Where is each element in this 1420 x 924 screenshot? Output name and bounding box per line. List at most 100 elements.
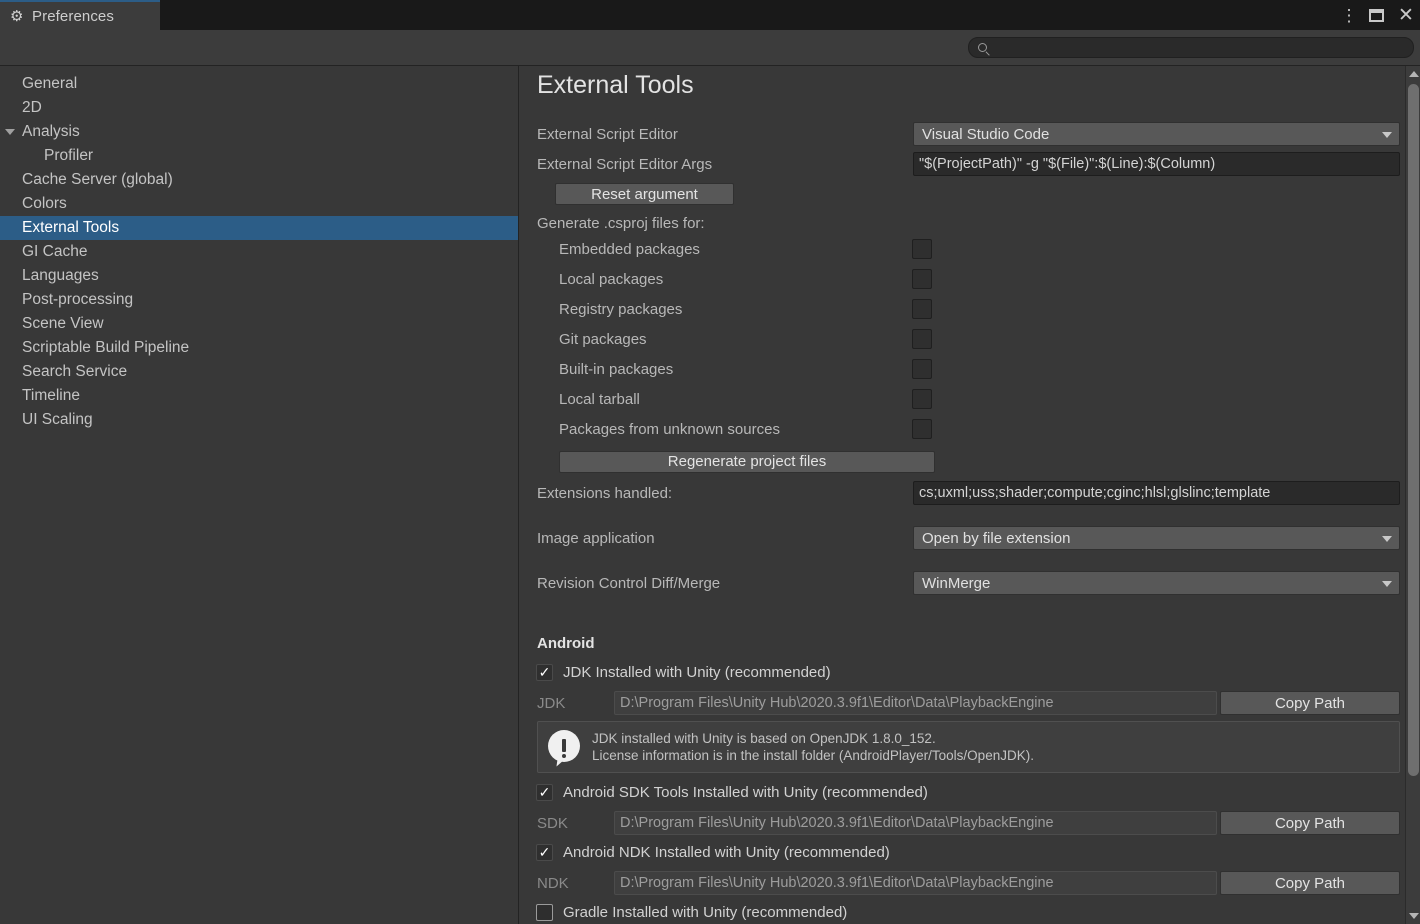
field-image-application: Image application Open by file extension [520, 526, 1400, 550]
jdk-path-input[interactable]: D:\Program Files\Unity Hub\2020.3.9f1\Ed… [614, 691, 1217, 715]
csproj-option-label: Local tarball [559, 390, 640, 408]
close-icon[interactable]: ✕ [1398, 6, 1414, 25]
csproj-option-row[interactable]: Registry packages [520, 298, 1400, 320]
sidebar-item-search-service[interactable]: Search Service [0, 360, 518, 384]
external-script-editor-dropdown[interactable]: Visual Studio Code [913, 122, 1400, 146]
search-box[interactable] [968, 37, 1414, 58]
diff-merge-value: WinMerge [922, 574, 991, 592]
extensions-handled-input[interactable]: cs;uxml;uss;shader;compute;cginc;hlsl;gl… [913, 481, 1400, 505]
field-jdk-path: JDK D:\Program Files\Unity Hub\2020.3.9f… [520, 691, 1400, 715]
toggle-sdk-installed[interactable]: ✓ Android SDK Tools Installed with Unity… [520, 781, 1400, 803]
field-extensions-handled: Extensions handled: cs;uxml;uss;shader;c… [520, 481, 1400, 505]
sidebar-item-scene-view[interactable]: Scene View [0, 312, 518, 336]
csproj-heading: Generate .csproj files for: [537, 214, 705, 232]
external-script-editor-args-input[interactable]: "$(ProjectPath)" -g "$(File)":$(Line):$(… [913, 152, 1400, 176]
sidebar-item-post-processing[interactable]: Post-processing [0, 288, 518, 312]
csproj-option-checkbox[interactable] [912, 299, 932, 319]
csproj-option-checkbox[interactable] [912, 329, 932, 349]
ndk-path-input[interactable]: D:\Program Files\Unity Hub\2020.3.9f1\Ed… [614, 871, 1217, 895]
sidebar-item-languages[interactable]: Languages [0, 264, 518, 288]
jdk-copy-path-button[interactable]: Copy Path [1220, 691, 1400, 715]
reset-argument-button[interactable]: Reset argument [555, 183, 734, 205]
ndk-copy-path-button[interactable]: Copy Path [1220, 871, 1400, 895]
sidebar-item-profiler[interactable]: Profiler [0, 144, 518, 168]
csproj-option-row[interactable]: Embedded packages [520, 238, 1400, 260]
sidebar-item-label: Scene View [22, 315, 104, 332]
csproj-option-row[interactable]: Local tarball [520, 388, 1400, 410]
row-csproj-heading: Generate .csproj files for: [520, 212, 1400, 234]
sidebar-item-general[interactable]: General [0, 72, 518, 96]
sdk-path-value: D:\Program Files\Unity Hub\2020.3.9f1\Ed… [620, 815, 1054, 831]
sidebar-item-external-tools[interactable]: External Tools [0, 216, 518, 240]
overflow-menu-icon[interactable]: ⋮ [1341, 7, 1358, 24]
extensions-handled-label: Extensions handled: [537, 484, 673, 502]
csproj-option-checkbox[interactable] [912, 389, 932, 409]
sidebar-item-2d[interactable]: 2D [0, 96, 518, 120]
sdk-path-label: SDK [537, 814, 568, 832]
csproj-option-checkbox[interactable] [912, 419, 932, 439]
sidebar-item-scriptable-build-pipeline[interactable]: Scriptable Build Pipeline [0, 336, 518, 360]
csproj-option-row[interactable]: Git packages [520, 328, 1400, 350]
csproj-option-checkbox[interactable] [912, 269, 932, 289]
image-application-dropdown[interactable]: Open by file extension [913, 526, 1400, 550]
row-regenerate: Regenerate project files [520, 450, 1400, 473]
sidebar-item-label: Timeline [22, 387, 80, 404]
sdk-checkbox[interactable]: ✓ [536, 783, 553, 801]
sidebar-item-timeline[interactable]: Timeline [0, 384, 518, 408]
regenerate-project-files-button[interactable]: Regenerate project files [559, 450, 935, 473]
diff-merge-dropdown[interactable]: WinMerge [913, 571, 1400, 595]
chevron-down-icon [1382, 536, 1392, 542]
sidebar-item-label: Profiler [44, 147, 94, 164]
ndk-checkbox[interactable]: ✓ [536, 843, 553, 861]
csproj-option-label: Embedded packages [559, 240, 700, 258]
tab-preferences[interactable]: ⚙ Preferences [0, 0, 160, 30]
chevron-down-icon[interactable] [5, 129, 15, 135]
search-input[interactable] [992, 40, 1413, 55]
row-reset-argument: Reset argument [520, 183, 1400, 205]
sidebar-item-label: Colors [22, 195, 67, 212]
maximize-icon[interactable] [1369, 8, 1384, 22]
sdk-path-input[interactable]: D:\Program Files\Unity Hub\2020.3.9f1\Ed… [614, 811, 1217, 835]
scroll-down-arrow-icon[interactable] [1409, 913, 1419, 919]
vertical-scrollbar[interactable] [1405, 66, 1420, 924]
sidebar-item-label: Post-processing [22, 291, 134, 308]
window-controls: ⋮ ✕ [1341, 0, 1414, 30]
toggle-jdk-installed[interactable]: ✓ JDK Installed with Unity (recommended) [520, 661, 1400, 683]
sidebar-item-label: 2D [22, 99, 42, 116]
sidebar-item-label: Languages [22, 267, 99, 284]
jdk-path-value: D:\Program Files\Unity Hub\2020.3.9f1\Ed… [620, 695, 1054, 711]
toggle-gradle-installed[interactable]: Gradle Installed with Unity (recommended… [520, 901, 1400, 923]
scroll-up-arrow-icon[interactable] [1409, 71, 1419, 77]
csproj-option-label: Packages from unknown sources [559, 420, 780, 438]
csproj-option-checkbox[interactable] [912, 359, 932, 379]
external-script-editor-args-label: External Script Editor Args [537, 155, 713, 173]
sidebar-item-label: External Tools [22, 219, 120, 236]
field-revision-control-diff-merge: Revision Control Diff/Merge WinMerge [520, 571, 1400, 595]
external-script-editor-value: Visual Studio Code [922, 125, 1050, 143]
row-android-heading: Android [520, 633, 1400, 653]
sidebar-item-cache-server-global[interactable]: Cache Server (global) [0, 168, 518, 192]
jdk-checkbox[interactable]: ✓ [536, 663, 553, 681]
csproj-option-checkbox[interactable] [912, 239, 932, 259]
jdk-info-box: JDK installed with Unity is based on Ope… [537, 721, 1400, 773]
image-application-label: Image application [537, 529, 655, 547]
csproj-option-label: Registry packages [559, 300, 683, 318]
external-script-editor-args-value: "$(ProjectPath)" -g "$(File)":$(Line):$(… [919, 156, 1216, 172]
sdk-copy-path-button[interactable]: Copy Path [1220, 811, 1400, 835]
ndk-path-value: D:\Program Files\Unity Hub\2020.3.9f1\Ed… [620, 875, 1054, 891]
sidebar-item-ui-scaling[interactable]: UI Scaling [0, 408, 518, 432]
toggle-ndk-installed[interactable]: ✓ Android NDK Installed with Unity (reco… [520, 841, 1400, 863]
csproj-option-row[interactable]: Packages from unknown sources [520, 418, 1400, 440]
gradle-checkbox[interactable] [536, 903, 553, 921]
jdk-info-line1: JDK installed with Unity is based on Ope… [592, 731, 936, 746]
scrollbar-thumb[interactable] [1408, 84, 1419, 776]
sidebar-item-gi-cache[interactable]: GI Cache [0, 240, 518, 264]
sidebar-item-colors[interactable]: Colors [0, 192, 518, 216]
csproj-option-row[interactable]: Built-in packages [520, 358, 1400, 380]
preferences-sidebar: General 2D Analysis Profiler Cache Server (g… [0, 66, 519, 924]
sidebar-item-analysis[interactable]: Analysis [0, 120, 518, 144]
field-ndk-path: NDK D:\Program Files\Unity Hub\2020.3.9f… [520, 871, 1400, 895]
sidebar-item-label: Scriptable Build Pipeline [22, 339, 190, 356]
csproj-option-label: Local packages [559, 270, 664, 288]
csproj-option-row[interactable]: Local packages [520, 268, 1400, 290]
